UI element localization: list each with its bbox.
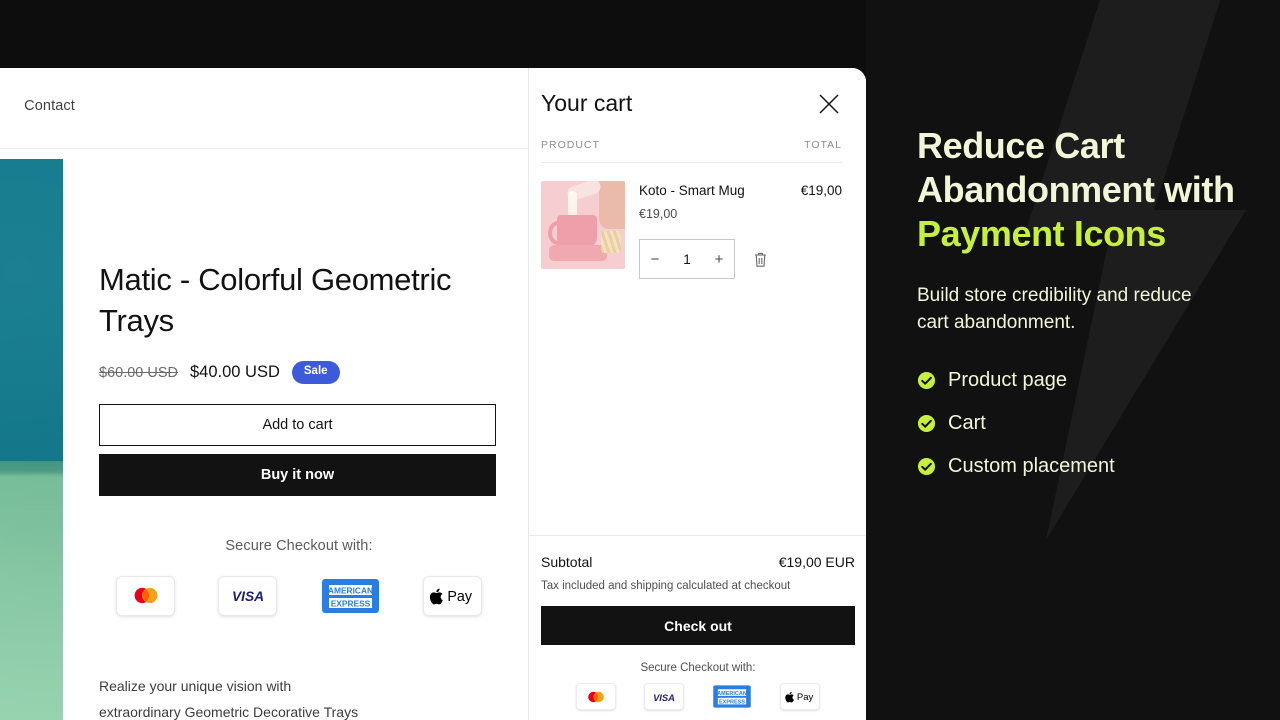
close-icon[interactable] bbox=[816, 91, 842, 117]
buy-it-now-button[interactable]: Buy it now bbox=[99, 454, 496, 496]
svg-text:Pay: Pay bbox=[797, 692, 814, 703]
checkout-button[interactable]: Check out bbox=[541, 606, 855, 645]
product-details: Matic - Colorful Geometric Trays $60.00 … bbox=[99, 159, 499, 720]
svg-text:EXPRESS: EXPRESS bbox=[719, 699, 745, 705]
promo-title-accent: Payment Icons bbox=[917, 213, 1166, 254]
promo-title: Reduce Cart Abandonment with Payment Ico… bbox=[917, 124, 1247, 256]
cart-title: Your cart bbox=[541, 90, 632, 117]
quantity-value[interactable]: 1 bbox=[670, 252, 704, 267]
promo-subtitle: Build store credibility and reduce cart … bbox=[917, 283, 1207, 337]
cart-item-controls: − 1 + bbox=[639, 239, 787, 279]
cart-drawer: Your cart PRODUCT TOTAL bbox=[528, 68, 866, 720]
tax-note: Tax included and shipping calculated at … bbox=[541, 580, 855, 592]
cart-item-thumbnail[interactable] bbox=[541, 181, 625, 269]
mastercard-icon bbox=[116, 576, 175, 616]
cart-secure-label: Secure Checkout with: bbox=[541, 662, 855, 674]
screenshot-root: g Contact Matic - Colorful Ge bbox=[0, 0, 1280, 720]
cart-header: Your cart bbox=[541, 90, 842, 117]
quantity-stepper: − 1 + bbox=[639, 239, 735, 279]
promo-feature-list: Product page Cart Custom placement bbox=[917, 369, 1247, 478]
compare-at-price: $60.00 USD bbox=[99, 365, 178, 381]
cart-column-headers: PRODUCT TOTAL bbox=[541, 139, 842, 163]
payment-icons-cart: VISA AMERICAN EXPRESS bbox=[541, 683, 855, 710]
sale-badge: Sale bbox=[292, 361, 340, 384]
promo-feature-label: Cart bbox=[948, 412, 986, 435]
svg-text:Pay: Pay bbox=[448, 589, 473, 605]
product-title: Matic - Colorful Geometric Trays bbox=[99, 159, 499, 341]
cart-footer: Subtotal €19,00 EUR Tax included and shi… bbox=[529, 535, 866, 720]
list-item: Product page bbox=[917, 369, 1247, 392]
visa-icon: VISA bbox=[218, 576, 277, 616]
check-circle-icon bbox=[917, 371, 936, 390]
promo-content: Reduce Cart Abandonment with Payment Ico… bbox=[866, 0, 1247, 478]
cart-col-product: PRODUCT bbox=[541, 139, 600, 151]
visa-icon: VISA bbox=[644, 683, 684, 710]
cart-item-title[interactable]: Koto - Smart Mug bbox=[639, 183, 787, 198]
cart-body: Your cart PRODUCT TOTAL bbox=[529, 68, 866, 279]
remove-item-button[interactable] bbox=[753, 251, 768, 268]
product-gallery-image[interactable] bbox=[0, 159, 63, 720]
current-price: $40.00 USD bbox=[190, 363, 280, 382]
promo-title-main: Reduce Cart Abandonment with bbox=[917, 125, 1235, 210]
svg-text:AMERICAN: AMERICAN bbox=[328, 586, 373, 596]
list-item: Custom placement bbox=[917, 455, 1247, 478]
cart-col-total: TOTAL bbox=[804, 139, 842, 151]
check-circle-icon bbox=[917, 457, 936, 476]
storefront-panel: g Contact Matic - Colorful Ge bbox=[0, 68, 866, 720]
secure-checkout-label: Secure Checkout with: bbox=[99, 538, 499, 554]
primary-nav: g Contact bbox=[0, 98, 75, 114]
subtotal-value: €19,00 EUR bbox=[779, 554, 855, 570]
cart-item-info: Koto - Smart Mug €19,00 − 1 + bbox=[639, 181, 787, 279]
svg-text:EXPRESS: EXPRESS bbox=[330, 599, 370, 609]
cart-item-unit-price: €19,00 bbox=[639, 207, 787, 221]
nav-item-contact[interactable]: Contact bbox=[24, 98, 75, 114]
payment-icons-product: VISA AMERICAN EXPRESS bbox=[116, 576, 482, 616]
product-description: Realize your unique vision with extraord… bbox=[99, 674, 439, 720]
product-description-line-1: Realize your unique vision with bbox=[99, 674, 439, 700]
apple-pay-icon: Pay bbox=[423, 576, 482, 616]
promo-feature-label: Product page bbox=[948, 369, 1067, 392]
svg-text:AMERICAN: AMERICAN bbox=[717, 691, 747, 697]
subtotal-label: Subtotal bbox=[541, 554, 592, 570]
subtotal-row: Subtotal €19,00 EUR bbox=[541, 536, 855, 570]
mastercard-icon bbox=[576, 683, 616, 710]
quantity-increment-button[interactable]: + bbox=[704, 251, 734, 268]
cart-line-item: Koto - Smart Mug €19,00 − 1 + bbox=[541, 163, 842, 279]
check-circle-icon bbox=[917, 414, 936, 433]
quantity-decrement-button[interactable]: − bbox=[640, 251, 670, 268]
price-block: $60.00 USD $40.00 USD Sale bbox=[99, 361, 499, 384]
product-description-line-2: extraordinary Geometric Decorative Trays bbox=[99, 700, 439, 720]
cart-item-line-total: €19,00 bbox=[801, 181, 842, 279]
list-item: Cart bbox=[917, 412, 1247, 435]
american-express-icon: AMERICAN EXPRESS bbox=[321, 576, 380, 616]
svg-text:VISA: VISA bbox=[232, 589, 264, 604]
add-to-cart-button[interactable]: Add to cart bbox=[99, 404, 496, 446]
promo-panel: Reduce Cart Abandonment with Payment Ico… bbox=[866, 0, 1280, 720]
svg-text:VISA: VISA bbox=[653, 692, 675, 702]
american-express-icon: AMERICAN EXPRESS bbox=[712, 683, 752, 710]
apple-pay-icon: Pay bbox=[780, 683, 820, 710]
promo-feature-label: Custom placement bbox=[948, 455, 1115, 478]
